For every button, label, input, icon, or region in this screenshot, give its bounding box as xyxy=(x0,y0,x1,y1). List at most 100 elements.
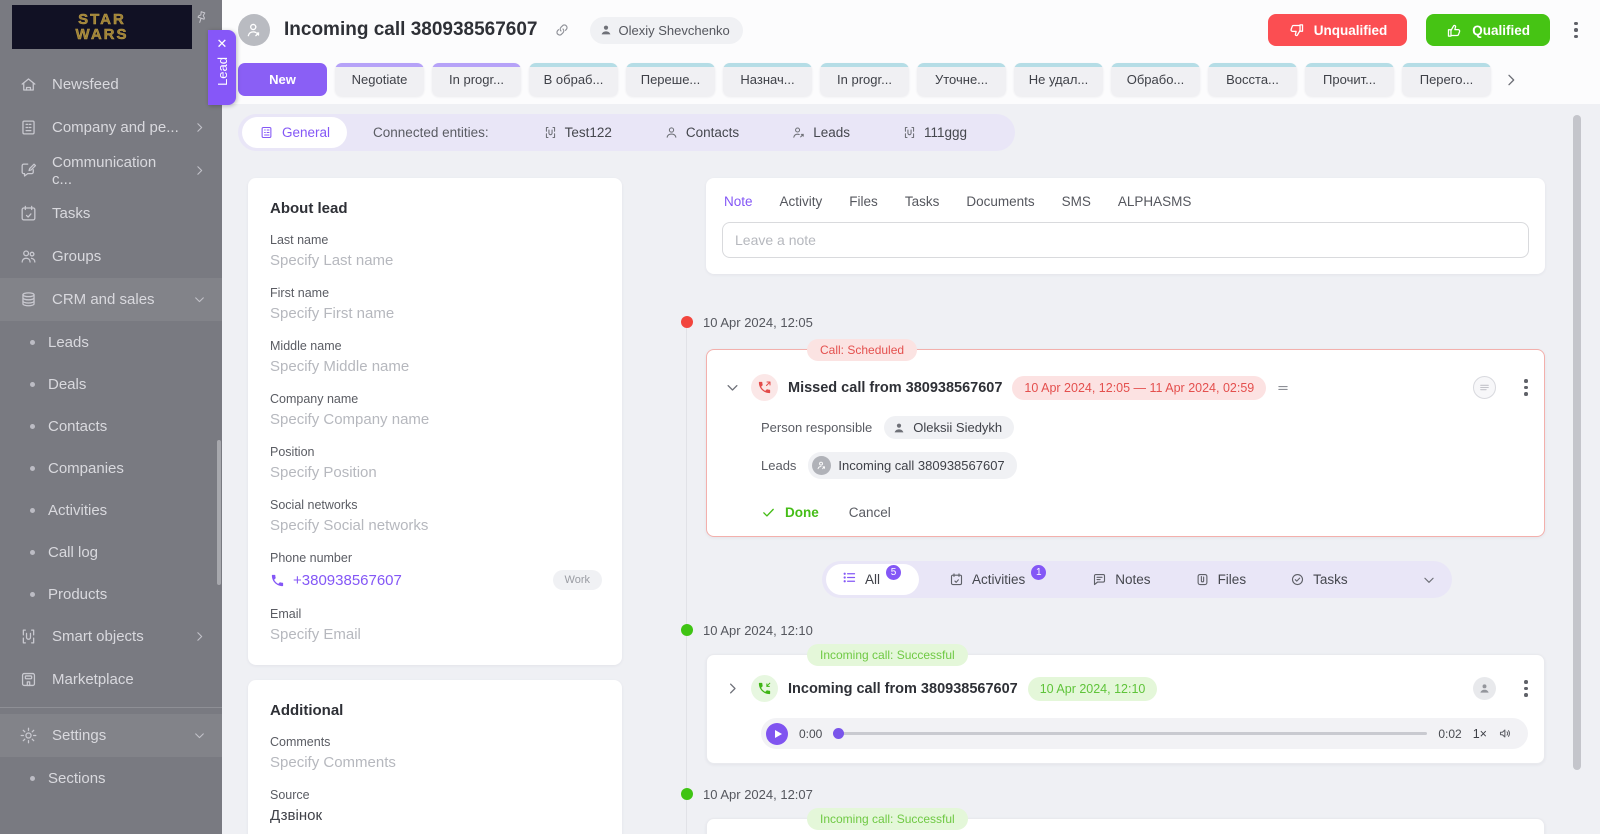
lead-chip[interactable]: Incoming call 380938567607 xyxy=(808,452,1016,479)
tab-111ggg[interactable]: 111ggg xyxy=(902,125,967,140)
sidebar-item-smart-objects[interactable]: Smart objects xyxy=(0,615,222,658)
stage-v-obrab[interactable]: В обраб... xyxy=(529,63,618,96)
timeline-rail xyxy=(686,320,687,834)
sidebar-item-deals[interactable]: Deals xyxy=(0,363,222,405)
sidebar-item-settings[interactable]: Settings xyxy=(0,714,222,757)
tab-label: Test122 xyxy=(565,125,612,140)
tab-alphasms[interactable]: ALPHASMS xyxy=(1118,194,1192,209)
sidebar-item-companies[interactable]: Companies xyxy=(0,447,222,489)
unqualified-button[interactable]: Unqualified xyxy=(1268,14,1408,46)
stage-in-progress-1[interactable]: In progr... xyxy=(432,63,521,96)
responsible-avatar[interactable] xyxy=(1473,376,1496,399)
owner-chip[interactable]: Olexiy Shevchenko xyxy=(590,17,743,44)
volume-icon[interactable] xyxy=(1498,726,1513,741)
field-social-networks: Social networks Specify Social networks xyxy=(270,498,602,534)
tab-tasks[interactable]: Tasks xyxy=(905,194,940,209)
stage-label: In progr... xyxy=(449,72,504,87)
close-icon[interactable]: ✕ xyxy=(217,37,228,50)
tab-documents[interactable]: Documents xyxy=(966,194,1034,209)
cancel-button[interactable]: Cancel xyxy=(849,505,891,520)
sidebar-item-contacts[interactable]: Contacts xyxy=(0,405,222,447)
stage-new[interactable]: New xyxy=(238,63,327,96)
tab-leads[interactable]: Leads xyxy=(791,125,850,140)
card-kebab-menu[interactable] xyxy=(1524,379,1528,396)
description-icon[interactable] xyxy=(1276,381,1290,395)
sidebar-item-call-log[interactable]: Call log xyxy=(0,531,222,573)
filter-notes[interactable]: Notes xyxy=(1092,572,1150,587)
filter-tasks[interactable]: Tasks xyxy=(1290,572,1348,587)
tab-general[interactable]: General xyxy=(242,117,347,148)
collapse-chevron-icon[interactable] xyxy=(725,380,741,395)
sidebar-item-tasks[interactable]: Tasks xyxy=(0,192,222,235)
field-placeholder[interactable]: Specify Last name xyxy=(270,252,602,269)
workspace-logo[interactable]: STAR WARS xyxy=(12,5,192,49)
sidebar-item-company[interactable]: Company and pe... xyxy=(0,106,222,149)
timeline-filter-bar: All 5 Activities 1 Notes Files xyxy=(822,561,1452,598)
person-chip[interactable]: Oleksii Siedykh xyxy=(884,416,1014,439)
stage-obrabo[interactable]: Обрабо... xyxy=(1111,63,1200,96)
sidebar-item-newsfeed[interactable]: Newsfeed xyxy=(0,63,222,106)
pin-sidebar-icon[interactable] xyxy=(190,8,210,32)
seek-bar[interactable] xyxy=(833,732,1427,735)
tab-note[interactable]: Note xyxy=(724,194,753,209)
note-input[interactable] xyxy=(722,222,1529,258)
field-placeholder[interactable]: Specify First name xyxy=(270,305,602,322)
sidebar-item-activities[interactable]: Activities xyxy=(0,489,222,531)
tab-activity[interactable]: Activity xyxy=(780,194,823,209)
sidebar-item-marketplace[interactable]: Marketplace xyxy=(0,658,222,701)
responsible-avatar[interactable] xyxy=(1473,677,1496,700)
tab-sms[interactable]: SMS xyxy=(1062,194,1091,209)
field-placeholder[interactable]: Specify Social networks xyxy=(270,517,602,534)
stage-vossta[interactable]: Восста... xyxy=(1208,63,1297,96)
field-placeholder[interactable]: Specify Email xyxy=(270,626,602,643)
phone-value[interactable]: +380938567607 xyxy=(293,572,402,589)
sidebar-item-sections[interactable]: Sections xyxy=(0,757,222,799)
stage-perego[interactable]: Перего... xyxy=(1402,63,1491,96)
filter-expand-chevron[interactable] xyxy=(1422,573,1436,587)
copy-link-icon[interactable] xyxy=(554,22,570,38)
field-label: First name xyxy=(270,286,602,300)
playback-rate[interactable]: 1× xyxy=(1473,727,1487,741)
field-placeholder[interactable]: Specify Company name xyxy=(270,411,602,428)
filter-activities[interactable]: Activities 1 xyxy=(949,572,1048,587)
header-kebab-menu[interactable] xyxy=(1574,22,1578,39)
stage-pereshe[interactable]: Переше... xyxy=(626,63,715,96)
tab-contacts[interactable]: Contacts xyxy=(664,125,739,140)
sidebar-item-groups[interactable]: Groups xyxy=(0,235,222,278)
field-placeholder[interactable]: Specify Position xyxy=(270,464,602,481)
stage-prochit[interactable]: Прочит... xyxy=(1305,63,1394,96)
field-value[interactable]: Дзвінок xyxy=(270,807,602,824)
field-placeholder[interactable]: Specify Comments xyxy=(270,754,602,771)
paperclip-icon xyxy=(1195,572,1210,587)
storefront-icon xyxy=(18,670,38,690)
field-placeholder[interactable]: Specify Middle name xyxy=(270,358,602,375)
sidebar-item-communications[interactable]: Communication c... xyxy=(0,149,222,192)
expand-chevron-icon[interactable] xyxy=(725,681,741,696)
filter-all[interactable]: All 5 xyxy=(826,564,919,595)
stage-utochne[interactable]: Уточне... xyxy=(917,63,1006,96)
stage-naznach[interactable]: Назнач... xyxy=(723,63,812,96)
stage-ne-udal[interactable]: Не удал... xyxy=(1014,63,1103,96)
qualified-label: Qualified xyxy=(1472,23,1530,38)
stage-label: Переше... xyxy=(641,72,701,87)
stage-negotiate[interactable]: Negotiate xyxy=(335,63,424,96)
card-kebab-menu[interactable] xyxy=(1524,680,1528,697)
tab-files[interactable]: Files xyxy=(849,194,878,209)
sidebar-item-crm[interactable]: CRM and sales xyxy=(0,278,222,321)
main-scrollbar[interactable] xyxy=(1573,115,1581,770)
lead-slideout-tab[interactable]: ✕ Lead xyxy=(208,30,236,105)
sidebar-item-products[interactable]: Products xyxy=(0,573,222,615)
stages-overflow-chevron[interactable] xyxy=(1503,72,1519,88)
done-label: Done xyxy=(785,505,819,520)
sidebar-scrollbar[interactable] xyxy=(217,440,221,585)
sidebar-item-leads[interactable]: Leads xyxy=(0,321,222,363)
seek-thumb[interactable] xyxy=(833,728,844,739)
qualified-button[interactable]: Qualified xyxy=(1426,14,1550,46)
play-button[interactable] xyxy=(766,723,788,745)
field-label: Email xyxy=(270,607,602,621)
stage-in-progress-2[interactable]: In progr... xyxy=(820,63,909,96)
filter-files[interactable]: Files xyxy=(1195,572,1247,587)
tab-test122[interactable]: Test122 xyxy=(543,125,612,140)
call-time-chip: 10 Apr 2024, 12:10 xyxy=(1028,677,1158,701)
done-button[interactable]: Done xyxy=(761,505,819,520)
